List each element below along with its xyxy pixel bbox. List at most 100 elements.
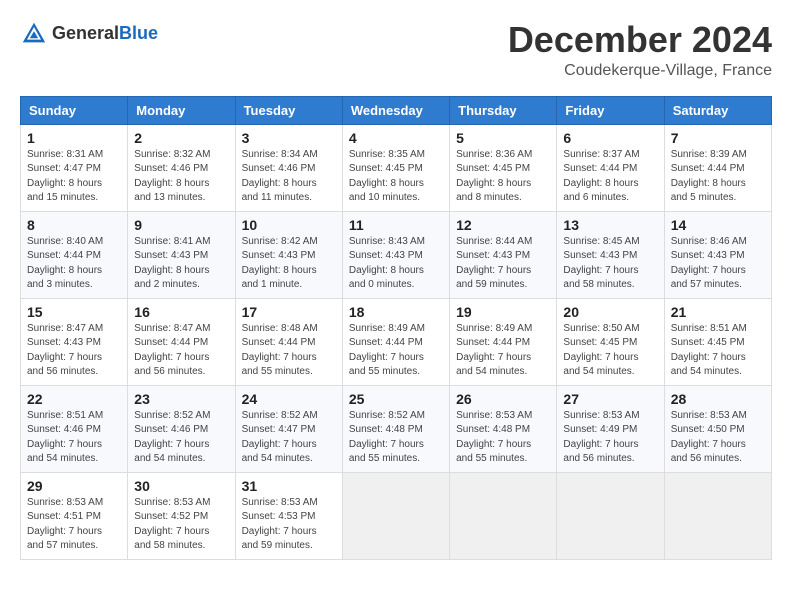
day-info: Sunrise: 8:41 AM Sunset: 4:43 PM Dayligh… (134, 235, 228, 293)
day-number: 31 (242, 478, 336, 494)
day-number: 5 (456, 130, 550, 146)
calendar-day-cell: 18 Sunrise: 8:49 AM Sunset: 4:44 PM Dayli… (342, 298, 449, 385)
day-number: 30 (134, 478, 228, 494)
header-monday: Monday (128, 96, 235, 124)
day-info: Sunrise: 8:31 AM Sunset: 4:47 PM Dayligh… (27, 148, 121, 206)
day-info: Sunrise: 8:44 AM Sunset: 4:43 PM Dayligh… (456, 235, 550, 293)
day-number: 3 (242, 130, 336, 146)
calendar-day-cell: 16Sunrise: 8:47 AM Sunset: 4:44 PM Dayli… (128, 298, 235, 385)
calendar-day-cell: 30 Sunrise: 8:53 AM Sunset: 4:52 PM Dayli… (128, 472, 235, 559)
calendar-day-cell: 11 Sunrise: 8:43 AM Sunset: 4:43 PM Dayli… (342, 211, 449, 298)
day-info: Sunrise: 8:35 AM Sunset: 4:45 PM Dayligh… (349, 148, 443, 206)
day-info: Sunrise: 8:34 AM Sunset: 4:46 PM Dayligh… (242, 148, 336, 206)
day-number: 27 (563, 391, 657, 407)
day-number: 9 (134, 217, 228, 233)
calendar-week-row: 29Sunrise: 8:53 AM Sunset: 4:51 PM Dayli… (21, 472, 772, 559)
day-info: Sunrise: 8:43 AM Sunset: 4:43 PM Dayligh… (349, 235, 443, 293)
calendar-week-row: 22Sunrise: 8:51 AM Sunset: 4:46 PM Dayli… (21, 385, 772, 472)
calendar-day-cell: 1 Sunrise: 8:31 AM Sunset: 4:47 PM Daylig… (21, 124, 128, 211)
calendar-day-cell (664, 472, 771, 559)
day-info: Sunrise: 8:50 AM Sunset: 4:45 PM Dayligh… (563, 322, 657, 380)
day-info: Sunrise: 8:46 AM Sunset: 4:43 PM Dayligh… (671, 235, 765, 293)
header-thursday: Thursday (450, 96, 557, 124)
header-tuesday: Tuesday (235, 96, 342, 124)
calendar-day-cell: 24 Sunrise: 8:52 AM Sunset: 4:47 PM Dayli… (235, 385, 342, 472)
calendar-day-cell: 26 Sunrise: 8:53 AM Sunset: 4:48 PM Dayli… (450, 385, 557, 472)
day-info: Sunrise: 8:52 AM Sunset: 4:46 PM Dayligh… (134, 409, 228, 467)
header-wednesday: Wednesday (342, 96, 449, 124)
day-number: 12 (456, 217, 550, 233)
day-info: Sunrise: 8:36 AM Sunset: 4:45 PM Dayligh… (456, 148, 550, 206)
calendar-day-cell: 17 Sunrise: 8:48 AM Sunset: 4:44 PM Dayli… (235, 298, 342, 385)
day-number: 7 (671, 130, 765, 146)
calendar-day-cell: 8 Sunrise: 8:40 AM Sunset: 4:44 PM Daylig… (21, 211, 128, 298)
day-number: 17 (242, 304, 336, 320)
day-info: Sunrise: 8:39 AM Sunset: 4:44 PM Dayligh… (671, 148, 765, 206)
day-info: Sunrise: 8:52 AM Sunset: 4:47 PM Dayligh… (242, 409, 336, 467)
header-sunday: Sunday (21, 96, 128, 124)
calendar-day-cell: 14 Sunrise: 8:46 AM Sunset: 4:43 PM Dayli… (664, 211, 771, 298)
day-number: 2 (134, 130, 228, 146)
day-number: 6 (563, 130, 657, 146)
day-number: 28 (671, 391, 765, 407)
calendar-day-cell: 5 Sunrise: 8:36 AM Sunset: 4:45 PM Daylig… (450, 124, 557, 211)
calendar-day-cell: 13Sunrise: 8:45 AM Sunset: 4:43 PM Dayli… (557, 211, 664, 298)
day-info: Sunrise: 8:53 AM Sunset: 4:49 PM Dayligh… (563, 409, 657, 467)
header-saturday: Saturday (664, 96, 771, 124)
header-friday: Friday (557, 96, 664, 124)
calendar-day-cell (342, 472, 449, 559)
calendar-day-cell: 9 Sunrise: 8:41 AM Sunset: 4:43 PM Daylig… (128, 211, 235, 298)
day-info: Sunrise: 8:53 AM Sunset: 4:53 PM Dayligh… (242, 496, 336, 554)
title-section: December 2024 Coudekerque-Village, Franc… (508, 20, 772, 80)
day-info: Sunrise: 8:49 AM Sunset: 4:44 PM Dayligh… (349, 322, 443, 380)
logo-icon (20, 20, 48, 48)
calendar-day-cell: 29Sunrise: 8:53 AM Sunset: 4:51 PM Dayli… (21, 472, 128, 559)
day-number: 26 (456, 391, 550, 407)
day-number: 29 (27, 478, 121, 494)
calendar-day-cell: 23 Sunrise: 8:52 AM Sunset: 4:46 PM Dayli… (128, 385, 235, 472)
day-number: 8 (27, 217, 121, 233)
day-info: Sunrise: 8:53 AM Sunset: 4:50 PM Dayligh… (671, 409, 765, 467)
calendar-day-cell (450, 472, 557, 559)
day-info: Sunrise: 8:52 AM Sunset: 4:48 PM Dayligh… (349, 409, 443, 467)
day-info: Sunrise: 8:32 AM Sunset: 4:46 PM Dayligh… (134, 148, 228, 206)
day-number: 14 (671, 217, 765, 233)
day-info: Sunrise: 8:45 AM Sunset: 4:43 PM Dayligh… (563, 235, 657, 293)
calendar-day-cell (557, 472, 664, 559)
month-title: December 2024 (508, 20, 772, 60)
calendar-day-cell: 15Sunrise: 8:47 AM Sunset: 4:43 PM Dayli… (21, 298, 128, 385)
day-info: Sunrise: 8:40 AM Sunset: 4:44 PM Dayligh… (27, 235, 121, 293)
day-number: 10 (242, 217, 336, 233)
day-number: 24 (242, 391, 336, 407)
calendar-day-cell: 19 Sunrise: 8:49 AM Sunset: 4:44 PM Dayli… (450, 298, 557, 385)
day-number: 1 (27, 130, 121, 146)
calendar-day-cell: 3 Sunrise: 8:34 AM Sunset: 4:46 PM Daylig… (235, 124, 342, 211)
calendar-day-cell: 2 Sunrise: 8:32 AM Sunset: 4:46 PM Daylig… (128, 124, 235, 211)
logo-general: GeneralBlue (52, 24, 158, 44)
day-info: Sunrise: 8:49 AM Sunset: 4:44 PM Dayligh… (456, 322, 550, 380)
calendar-day-cell: 28 Sunrise: 8:53 AM Sunset: 4:50 PM Dayli… (664, 385, 771, 472)
day-number: 11 (349, 217, 443, 233)
day-number: 25 (349, 391, 443, 407)
day-info: Sunrise: 8:51 AM Sunset: 4:45 PM Dayligh… (671, 322, 765, 380)
day-info: Sunrise: 8:51 AM Sunset: 4:46 PM Dayligh… (27, 409, 121, 467)
logo: GeneralBlue (20, 20, 158, 48)
day-info: Sunrise: 8:53 AM Sunset: 4:52 PM Dayligh… (134, 496, 228, 554)
day-number: 20 (563, 304, 657, 320)
calendar-day-cell: 25 Sunrise: 8:52 AM Sunset: 4:48 PM Dayli… (342, 385, 449, 472)
day-info: Sunrise: 8:42 AM Sunset: 4:43 PM Dayligh… (242, 235, 336, 293)
day-info: Sunrise: 8:53 AM Sunset: 4:48 PM Dayligh… (456, 409, 550, 467)
calendar-table: Sunday Monday Tuesday Wednesday Thursday… (20, 96, 772, 560)
calendar-day-cell: 4Sunrise: 8:35 AM Sunset: 4:45 PM Daylig… (342, 124, 449, 211)
calendar-day-cell: 31 Sunrise: 8:53 AM Sunset: 4:53 PM Dayli… (235, 472, 342, 559)
day-info: Sunrise: 8:48 AM Sunset: 4:44 PM Dayligh… (242, 322, 336, 380)
day-number: 19 (456, 304, 550, 320)
day-number: 18 (349, 304, 443, 320)
calendar-day-cell: 12 Sunrise: 8:44 AM Sunset: 4:43 PM Dayli… (450, 211, 557, 298)
calendar-week-row: 1 Sunrise: 8:31 AM Sunset: 4:47 PM Daylig… (21, 124, 772, 211)
calendar-week-row: 15Sunrise: 8:47 AM Sunset: 4:43 PM Dayli… (21, 298, 772, 385)
day-number: 23 (134, 391, 228, 407)
calendar-day-cell: 27 Sunrise: 8:53 AM Sunset: 4:49 PM Dayli… (557, 385, 664, 472)
day-info: Sunrise: 8:37 AM Sunset: 4:44 PM Dayligh… (563, 148, 657, 206)
day-number: 15 (27, 304, 121, 320)
